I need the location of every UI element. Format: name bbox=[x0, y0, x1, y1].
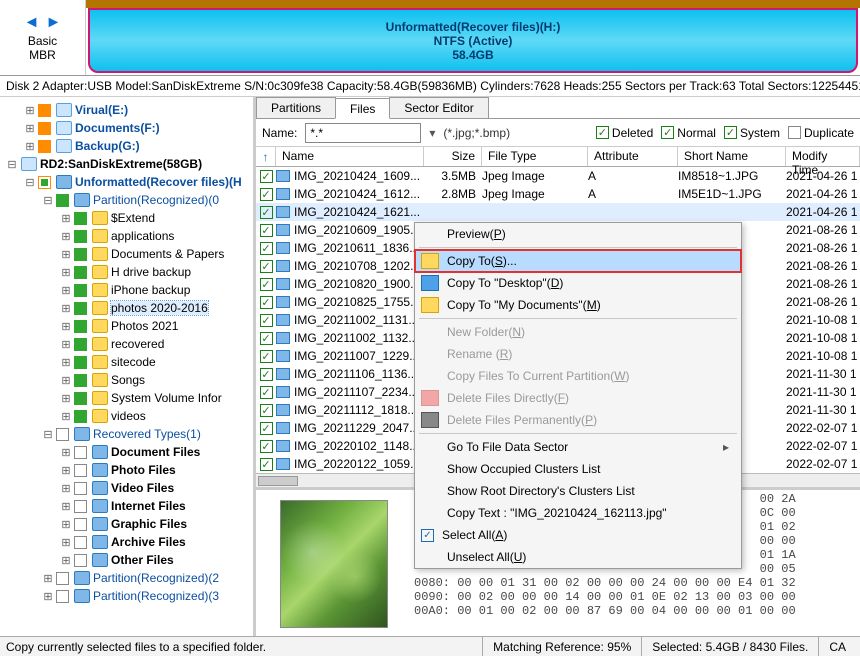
filter-deleted[interactable]: ✓Deleted bbox=[596, 126, 653, 140]
menu-copy-mydocs[interactable]: Copy To "My Documents"(M) bbox=[415, 294, 741, 316]
folder-tree[interactable]: ⊞Virual(E:)⊞Documents(F:)⊞Backup(G:)⊟RD2… bbox=[0, 97, 256, 639]
tree-item[interactable]: ⊞$Extend bbox=[0, 209, 253, 227]
nav-fwd-icon[interactable]: ► bbox=[46, 14, 62, 32]
tree-item[interactable]: ⊞Documents(F:) bbox=[0, 119, 253, 137]
status-hint: Copy currently selected files to a speci… bbox=[4, 637, 482, 656]
filter-system[interactable]: ✓System bbox=[724, 126, 780, 140]
volume-title: Unformatted(Recover files)(H:) bbox=[386, 20, 561, 34]
tree-item[interactable]: ⊟Partition(Recognized)(0 bbox=[0, 191, 253, 209]
file-row[interactable]: ✓IMG_20210424_1612...2.8MBJpeg ImageAIM5… bbox=[256, 185, 860, 203]
filter-duplicate[interactable]: ✓Duplicate bbox=[788, 126, 854, 140]
menu-copy-current: Copy Files To Current Partition(W) bbox=[415, 365, 741, 387]
filter-ext: (*.jpg;*.bmp) bbox=[443, 126, 510, 140]
filter-name-label: Name: bbox=[262, 126, 297, 140]
preview-thumbnail[interactable] bbox=[280, 500, 388, 628]
context-menu: Preview(P) Copy To(S)... Copy To "Deskto… bbox=[414, 222, 742, 569]
tree-item[interactable]: ⊞Graphic Files bbox=[0, 515, 253, 533]
tree-item[interactable]: ⊟Unformatted(Recover files)(H bbox=[0, 173, 253, 191]
tree-item[interactable]: ⊞videos bbox=[0, 407, 253, 425]
status-cap: CA bbox=[818, 637, 856, 656]
tree-item[interactable]: ⊞iPhone backup bbox=[0, 281, 253, 299]
status-selected: Selected: 5.4GB / 8430 Files. bbox=[641, 637, 818, 656]
tree-item[interactable]: ⊞Document Files bbox=[0, 443, 253, 461]
tree-item[interactable]: ⊞Partition(Recognized)(3 bbox=[0, 587, 253, 605]
tree-item[interactable]: ⊞Virual(E:) bbox=[0, 101, 253, 119]
menu-show-root[interactable]: Show Root Directory's Clusters List bbox=[415, 480, 741, 502]
nav-label: Basic MBR bbox=[28, 34, 57, 62]
tree-item[interactable]: ⊟RD2:SanDiskExtreme(58GB) bbox=[0, 155, 253, 173]
nav-box: ◄ ► Basic MBR bbox=[0, 0, 86, 75]
volume-fs: NTFS (Active) bbox=[434, 34, 513, 48]
menu-preview[interactable]: Preview(P) bbox=[415, 223, 741, 245]
tree-item[interactable]: ⊞photos 2020-2016 bbox=[0, 299, 253, 317]
menu-copy-text[interactable]: Copy Text : "IMG_20210424_162113.jpg" bbox=[415, 502, 741, 524]
tree-item[interactable]: ⊞Partition(Recognized)(2 bbox=[0, 569, 253, 587]
menu-select-all[interactable]: ✓Select All(A) bbox=[415, 524, 741, 546]
filter-pattern-input[interactable] bbox=[305, 123, 421, 143]
tree-item[interactable]: ⊞recovered bbox=[0, 335, 253, 353]
tree-item[interactable]: ⊞Internet Files bbox=[0, 497, 253, 515]
file-row[interactable]: ✓IMG_20210424_1609...3.5MBJpeg ImageAIM8… bbox=[256, 167, 860, 185]
tree-item[interactable]: ⊞sitecode bbox=[0, 353, 253, 371]
volume-bar[interactable]: Unformatted(Recover files)(H:) NTFS (Act… bbox=[86, 0, 860, 75]
tree-item[interactable]: ⊞applications bbox=[0, 227, 253, 245]
menu-delete-direct: Delete Files Directly(F) bbox=[415, 387, 741, 409]
tree-item[interactable]: ⊞Archive Files bbox=[0, 533, 253, 551]
tree-item[interactable]: ⊞Photo Files bbox=[0, 461, 253, 479]
tree-item[interactable]: ⊞System Volume Infor bbox=[0, 389, 253, 407]
filter-normal[interactable]: ✓Normal bbox=[661, 126, 716, 140]
tab-partitions[interactable]: Partitions bbox=[256, 97, 336, 118]
preview-pane bbox=[256, 490, 412, 639]
tree-item[interactable]: ⊞Backup(G:) bbox=[0, 137, 253, 155]
tree-item[interactable]: ⊞H drive backup bbox=[0, 263, 253, 281]
tree-item[interactable]: ⊞Songs bbox=[0, 371, 253, 389]
tree-item[interactable]: ⊞Photos 2021 bbox=[0, 317, 253, 335]
file-row[interactable]: ✓IMG_20210424_1621...2021-04-26 1 bbox=[256, 203, 860, 221]
tab-files[interactable]: Files bbox=[335, 98, 390, 119]
nav-back-icon[interactable]: ◄ bbox=[24, 14, 40, 32]
tab-sector-editor[interactable]: Sector Editor bbox=[389, 97, 488, 118]
tree-item[interactable]: ⊞Other Files bbox=[0, 551, 253, 569]
tree-item[interactable]: ⊞Documents & Papers bbox=[0, 245, 253, 263]
menu-copy-desktop[interactable]: Copy To "Desktop"(D) bbox=[415, 272, 741, 294]
tree-item[interactable]: ⊟Recovered Types(1) bbox=[0, 425, 253, 443]
menu-rename: Rename (R) bbox=[415, 343, 741, 365]
volume-size: 58.4GB bbox=[452, 48, 493, 62]
menu-copy-to[interactable]: Copy To(S)... bbox=[415, 250, 741, 272]
disk-info: Disk 2 Adapter:USB Model:SanDiskExtreme … bbox=[0, 76, 860, 97]
menu-show-occupied[interactable]: Show Occupied Clusters List bbox=[415, 458, 741, 480]
status-bar: Copy currently selected files to a speci… bbox=[0, 636, 860, 656]
tree-item[interactable]: ⊞Video Files bbox=[0, 479, 253, 497]
menu-new-folder: New Folder(N) bbox=[415, 321, 741, 343]
file-header[interactable]: ↑ Name Size File Type Attribute Short Na… bbox=[256, 147, 860, 167]
status-match: Matching Reference: 95% bbox=[482, 637, 641, 656]
menu-goto-sector[interactable]: Go To File Data Sector▸ bbox=[415, 436, 741, 458]
menu-unselect-all[interactable]: Unselect All(U) bbox=[415, 546, 741, 568]
menu-delete-perm: Delete Files Permanently(P) bbox=[415, 409, 741, 431]
